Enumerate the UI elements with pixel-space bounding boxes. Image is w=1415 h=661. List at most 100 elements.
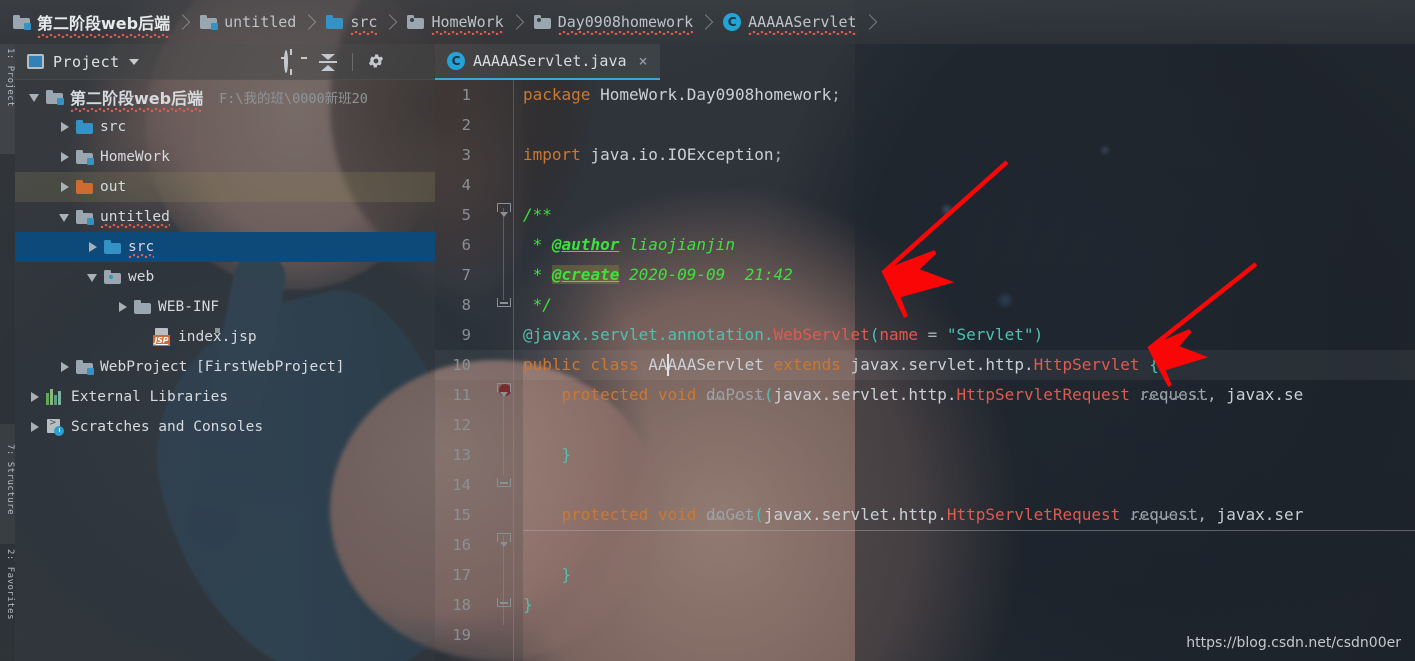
code-lines[interactable]: package HomeWork.Day0908homework; import… [523, 80, 1415, 661]
java-class-icon: C [723, 13, 742, 31]
keyword-class: class [590, 355, 639, 374]
tree-row-label: untitled [100, 209, 170, 228]
tree-row-label: Scratches and Consoles [71, 419, 264, 435]
keyword-public: public [523, 355, 581, 374]
tree-row-project-root[interactable]: 第二阶段web后端 F:\我的班\0000新班20 [15, 82, 435, 112]
fold-marker-dopost-end[interactable] [497, 473, 511, 487]
folder-module-icon [46, 90, 64, 105]
fold-marker-javadoc-end[interactable] [497, 293, 511, 307]
minimize-icon[interactable] [401, 52, 421, 72]
editor-tab-aaaaaservlet[interactable]: C AAAAAServlet.java × [435, 44, 660, 80]
chevron-right-icon[interactable] [57, 179, 73, 195]
javadoc-author-value: liaojianjin [628, 235, 735, 254]
breadcrumb-label: AAAAAServlet [748, 13, 857, 35]
javadoc-author-tag: @author [551, 235, 620, 254]
annotation-attr: name [879, 325, 918, 344]
code-line-6: * @author liaojianjin [523, 235, 735, 254]
breadcrumb-item-aaaaaservlet[interactable]: C AAAAAServlet [710, 0, 877, 44]
toolbar-divider [352, 52, 353, 71]
tree-row-label: out [100, 179, 127, 195]
project-window-icon [27, 54, 44, 69]
chevron-right-icon[interactable] [27, 389, 43, 405]
chevron-down-icon[interactable] [128, 58, 139, 65]
tree-row-untitled[interactable]: untitled [15, 202, 435, 232]
chevron-down-icon[interactable] [85, 269, 101, 285]
tree-row-web[interactable]: web [15, 262, 435, 292]
code-canvas[interactable]: 1 2 3 4 5 6 7 8 9 10 11 12 13 14 15 16 1… [435, 80, 1415, 661]
tree-row-label: src [128, 239, 155, 258]
folder-plain-icon [134, 300, 151, 314]
folder-module-icon [13, 15, 31, 30]
code-line-10: public class AAAAAServlet extends javax.… [523, 355, 1159, 374]
project-panel-toolbar [281, 49, 431, 73]
fold-marker-javadoc-start[interactable] [497, 203, 511, 217]
fold-rail [503, 535, 504, 625]
breadcrumb-label: 第二阶段web后端 [37, 10, 171, 38]
line-number: 2 [461, 116, 471, 134]
tree-row-label: HomeWork [100, 149, 170, 165]
tool-tab-structure[interactable]: 7: Structure [0, 424, 15, 544]
gutter-divider [513, 80, 514, 661]
text-caret [667, 354, 669, 376]
breadcrumb-item-homework[interactable]: HomeWork [394, 0, 524, 44]
chevron-down-icon[interactable] [27, 89, 43, 105]
tree-row-webproject[interactable]: WebProject [FirstWebProject] [15, 352, 435, 382]
line-number: 11 [452, 386, 471, 404]
fold-marker-doget-end[interactable] [497, 593, 511, 607]
tree-row-src[interactable]: src [15, 112, 435, 142]
chevron-right-icon[interactable] [85, 239, 101, 255]
tree-row-label: web [128, 269, 155, 285]
tree-row-homework[interactable]: HomeWork [15, 142, 435, 172]
code-line-8: */ [523, 295, 552, 314]
folder-source-icon [76, 120, 93, 134]
code-line-18: } [523, 595, 533, 614]
super-class-token: HttpServlet [1033, 355, 1140, 374]
collapse-all-icon[interactable] [318, 52, 338, 72]
folder-web-icon [104, 270, 121, 284]
folder-source-icon [326, 15, 344, 29]
folder-excluded-icon [76, 180, 93, 194]
line-number: 3 [461, 146, 471, 164]
breadcrumb-item-src[interactable]: src [313, 0, 398, 44]
chevron-right-icon[interactable] [57, 359, 73, 375]
folder-module-icon [76, 150, 94, 165]
editor-area: C AAAAAServlet.java × 1 2 3 4 5 6 7 8 9 … [435, 44, 1415, 661]
tree-row-scratches[interactable]: Scratches and Consoles [15, 412, 435, 442]
chevron-down-icon[interactable] [57, 209, 73, 225]
close-icon[interactable]: × [639, 52, 648, 70]
tree-row-index-jsp[interactable]: JSP index.jsp [15, 322, 435, 352]
breadcrumb-item-day0908homework[interactable]: Day0908homework [521, 0, 714, 44]
line-number: 12 [452, 416, 471, 434]
line-number: 9 [461, 326, 471, 344]
scratches-icon [46, 418, 64, 436]
code-line-17: } [561, 565, 572, 584]
tree-row-out[interactable]: out [15, 172, 435, 202]
editor-gutter[interactable]: 1 2 3 4 5 6 7 8 9 10 11 12 13 14 15 16 1… [435, 80, 523, 661]
tree-row-label: index.jsp [178, 329, 257, 345]
tree-row-untitled-src[interactable]: src [15, 232, 435, 262]
fold-marker-doget-start[interactable] [497, 533, 511, 547]
chevron-right-icon[interactable] [115, 299, 131, 315]
fold-marker-dopost-start[interactable] [497, 383, 511, 397]
fold-rail [503, 208, 504, 300]
breadcrumb-item-untitled[interactable]: untitled [187, 0, 317, 44]
breadcrumb-label: Day0908homework [557, 13, 694, 35]
chevron-right-icon[interactable] [27, 419, 43, 435]
tool-tab-project[interactable]: 1: Project [0, 44, 15, 154]
tree-row-web-inf[interactable]: WEB-INF [15, 292, 435, 322]
line-number: 6 [461, 236, 471, 254]
code-line-7: * @create 2020-09-09 21:42 [523, 265, 793, 284]
locate-icon[interactable] [281, 49, 307, 73]
line-number: 15 [452, 506, 471, 524]
chevron-right-icon[interactable] [57, 119, 73, 135]
line-number: 1 [461, 86, 471, 104]
tree-row-label: WEB-INF [158, 299, 220, 315]
chevron-right-icon[interactable] [57, 149, 73, 165]
tree-row-external-libraries[interactable]: External Libraries [15, 382, 435, 412]
libraries-icon [46, 389, 64, 405]
gear-icon[interactable] [367, 52, 387, 72]
tool-tab-favorites[interactable]: 2: Favorites [0, 549, 15, 661]
breadcrumb-item-project[interactable]: 第二阶段web后端 [0, 0, 191, 44]
